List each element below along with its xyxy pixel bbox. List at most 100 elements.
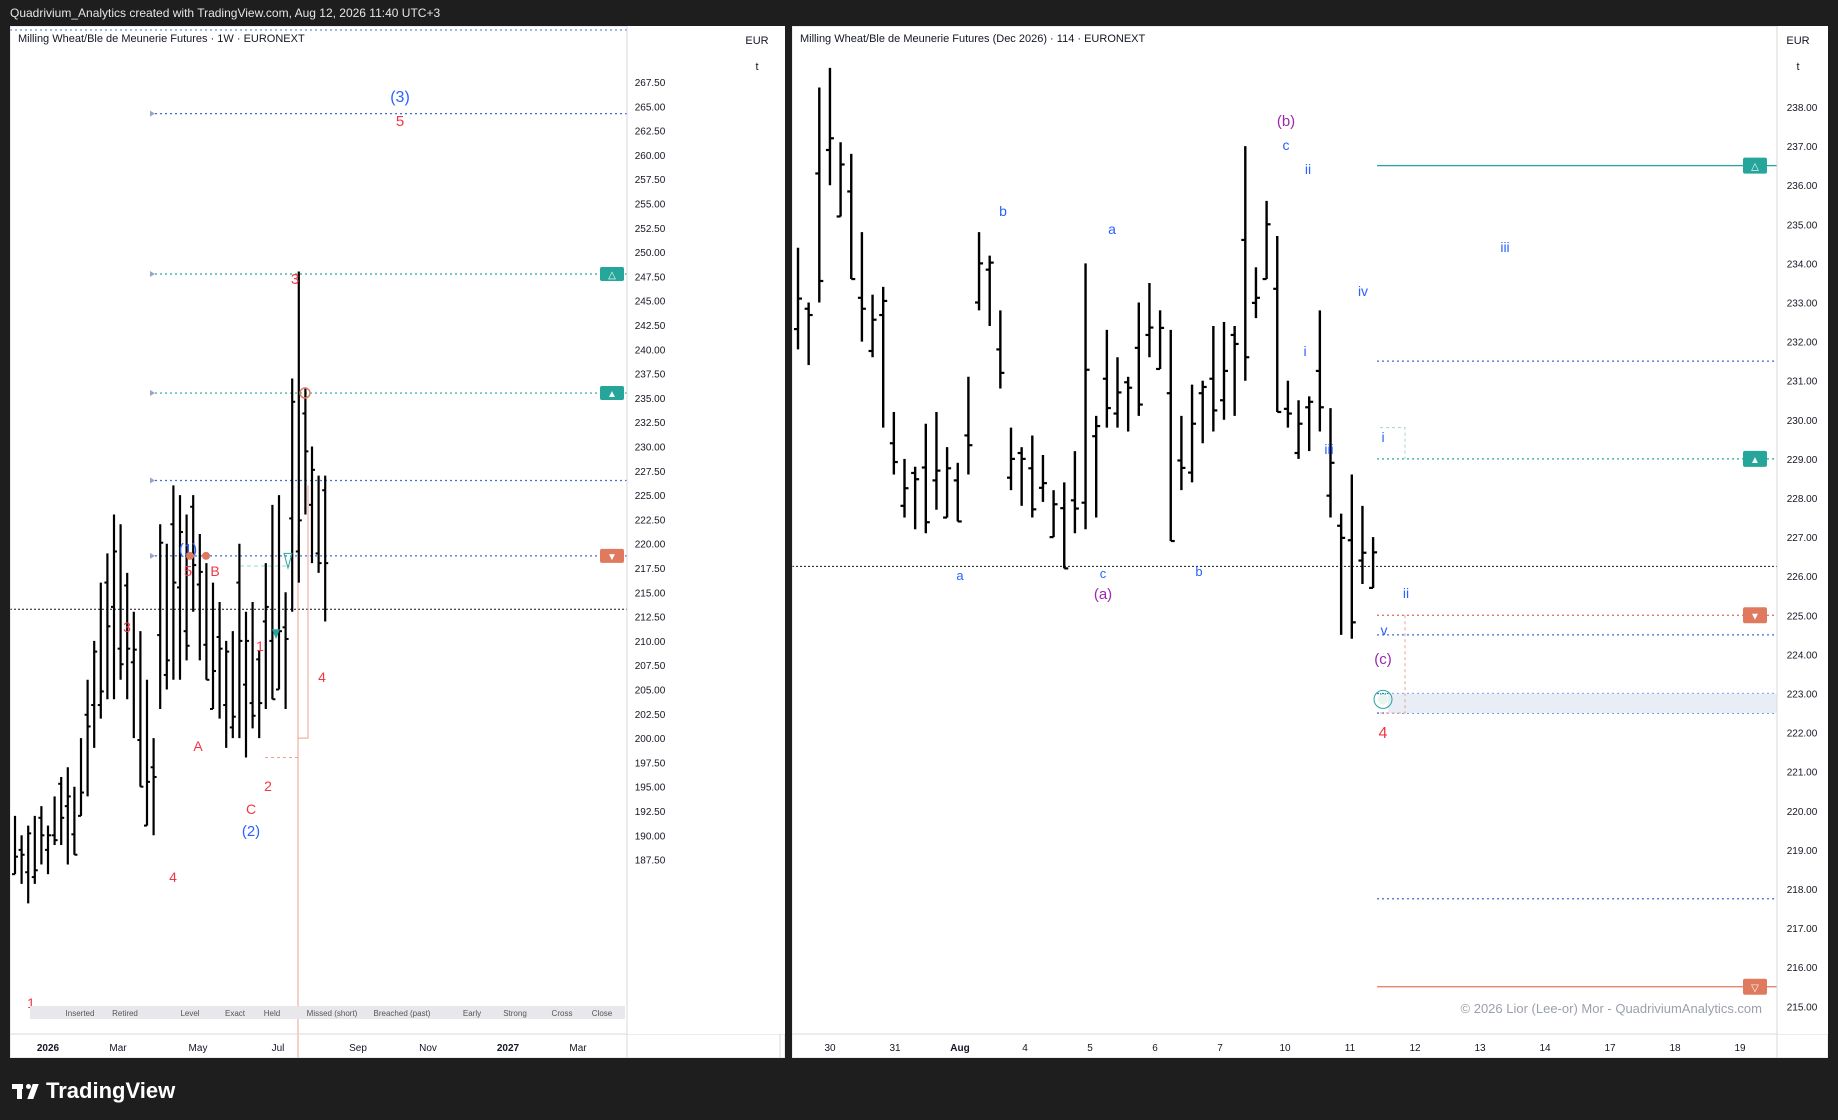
right-currency: EUR xyxy=(1786,35,1809,47)
left-level-marker-icon: △ xyxy=(608,270,616,281)
right-y-tick: 231.00 xyxy=(1787,377,1818,388)
left-wave-label: A xyxy=(193,738,203,754)
right-y-tick: 232.00 xyxy=(1787,338,1818,349)
left-y-tick: 237.50 xyxy=(635,370,666,381)
right-wave-label: a xyxy=(956,568,964,583)
left-y-tick: 220.00 xyxy=(635,540,666,551)
left-x-tick: 2027 xyxy=(497,1043,520,1054)
right-ohlc-bar xyxy=(1188,384,1197,483)
left-ohlc-bar xyxy=(183,514,190,661)
right-ohlc-bar xyxy=(1113,357,1122,428)
left-ohlc-bar xyxy=(117,524,124,680)
left-legend-item: Level xyxy=(180,1009,199,1018)
right-ohlc-bar xyxy=(825,67,834,186)
left-chart-panel[interactable]: 264.25247.75△247.75235.50▲235.50226.5021… xyxy=(9,25,786,1059)
right-ohlc-bar xyxy=(1166,329,1175,543)
left-legend-item: Held xyxy=(264,1009,280,1018)
right-wave-label: v xyxy=(1381,622,1388,638)
left-y-tick: 222.50 xyxy=(635,515,666,526)
right-ohlc-bar xyxy=(868,294,877,358)
right-price-axis[interactable] xyxy=(1777,26,1828,1034)
right-ohlc-bar xyxy=(879,286,888,428)
right-ohlc-bar xyxy=(1177,415,1186,491)
right-wave-label: iii xyxy=(1500,239,1509,255)
right-ohlc-bar xyxy=(1081,263,1090,530)
left-legend-item: Missed (short) xyxy=(307,1009,358,1018)
left-legend-item: Retired xyxy=(112,1009,138,1018)
right-ohlc-bar xyxy=(1305,396,1314,452)
left-ohlc-bar xyxy=(104,553,111,700)
left-y-tick: 195.00 xyxy=(635,783,666,794)
right-y-tick: 217.00 xyxy=(1787,924,1818,935)
right-x-tick: 12 xyxy=(1409,1043,1421,1054)
left-ohlc-bar xyxy=(203,563,210,681)
right-ohlc-bar xyxy=(1156,310,1165,371)
right-wave-label: b xyxy=(999,203,1007,219)
right-ohlc-bar xyxy=(1326,408,1335,518)
right-ohlc-bar xyxy=(889,411,898,475)
left-ohlc-bar xyxy=(124,572,131,700)
left-legend-item: Strong xyxy=(503,1009,527,1018)
left-wave-label: 5 xyxy=(396,113,404,130)
right-x-tick: 19 xyxy=(1734,1043,1746,1054)
right-y-tick: 225.00 xyxy=(1787,611,1818,622)
right-y-tick: 229.00 xyxy=(1787,455,1818,466)
right-x-tick: 6 xyxy=(1152,1043,1158,1054)
right-ohlc-bar xyxy=(953,462,962,523)
left-ohlc-bar xyxy=(78,738,84,817)
left-y-tick: 262.50 xyxy=(635,127,666,138)
right-ohlc-bar xyxy=(975,232,984,311)
right-y-tick: 220.00 xyxy=(1787,807,1818,818)
left-y-tick: 192.50 xyxy=(635,807,666,818)
right-chart-svg[interactable]: △236.50231.50▲229.00▼225.00224.50223.002… xyxy=(791,25,1829,1059)
left-y-tick: 257.50 xyxy=(635,175,666,186)
left-wave-label: B xyxy=(210,563,219,579)
right-wave-label: (a) xyxy=(1094,586,1112,603)
left-ohlc-bar xyxy=(315,475,322,573)
right-ohlc-bar xyxy=(1070,451,1079,534)
right-ohlc-bar xyxy=(836,142,845,218)
right-ohlc-bar xyxy=(1347,474,1356,639)
right-chart-panel[interactable]: △236.50231.50▲229.00▼225.00224.50223.002… xyxy=(791,25,1829,1059)
right-ohlc-bar xyxy=(1060,482,1069,570)
right-y-tick: 222.00 xyxy=(1787,729,1818,740)
right-level-marker-icon: ▼ xyxy=(1750,611,1760,622)
right-level-marker-icon: ▽ xyxy=(1751,983,1759,994)
right-ohlc-bar xyxy=(1273,236,1282,414)
left-wave-label: 3 xyxy=(123,619,131,635)
left-wave-label: 5 xyxy=(184,563,192,580)
right-x-tick: 13 xyxy=(1474,1043,1486,1054)
right-ohlc-bar xyxy=(815,87,824,303)
right-y-tick: 218.00 xyxy=(1787,885,1818,896)
left-y-tick: 235.00 xyxy=(635,394,666,405)
left-pivot-dot xyxy=(202,551,210,560)
right-y-tick: 238.00 xyxy=(1787,103,1818,114)
left-wave-label: 4 xyxy=(318,669,326,685)
right-wave-label: iv xyxy=(1358,283,1368,299)
left-ohlc-bar xyxy=(97,582,104,719)
left-ohlc-bar xyxy=(12,815,18,876)
left-ohlc-bar xyxy=(243,611,249,758)
left-x-tick: 2026 xyxy=(37,1043,60,1054)
right-y-tick: 216.00 xyxy=(1787,963,1818,974)
right-ohlc-bar xyxy=(1230,325,1239,416)
left-x-tick: Jul xyxy=(272,1043,285,1054)
left-ohlc-bar xyxy=(236,543,243,739)
left-level-marker-icon: ▼ xyxy=(607,552,617,563)
left-ohlc-bar xyxy=(150,738,157,836)
tradingview-logo[interactable]: TradingView xyxy=(12,1078,175,1104)
right-ohlc-bar xyxy=(932,411,941,510)
left-wave-label: C xyxy=(246,801,256,817)
right-y-tick: 219.00 xyxy=(1787,846,1818,857)
right-y-tick: 230.00 xyxy=(1787,416,1818,427)
right-wave-label: 4 xyxy=(1379,725,1388,742)
left-ohlc-bar xyxy=(31,815,38,884)
left-y-tick: 200.00 xyxy=(635,734,666,745)
left-ohlc-bar xyxy=(216,602,223,719)
right-ohlc-bar xyxy=(921,423,930,534)
left-chart-svg[interactable]: 264.25247.75△247.75235.50▲235.50226.5021… xyxy=(9,25,786,1059)
left-ohlc-bar xyxy=(71,786,78,856)
left-ohlc-bar xyxy=(269,504,276,701)
left-unit: t xyxy=(755,61,758,73)
right-wave-label: ii xyxy=(1403,585,1409,601)
